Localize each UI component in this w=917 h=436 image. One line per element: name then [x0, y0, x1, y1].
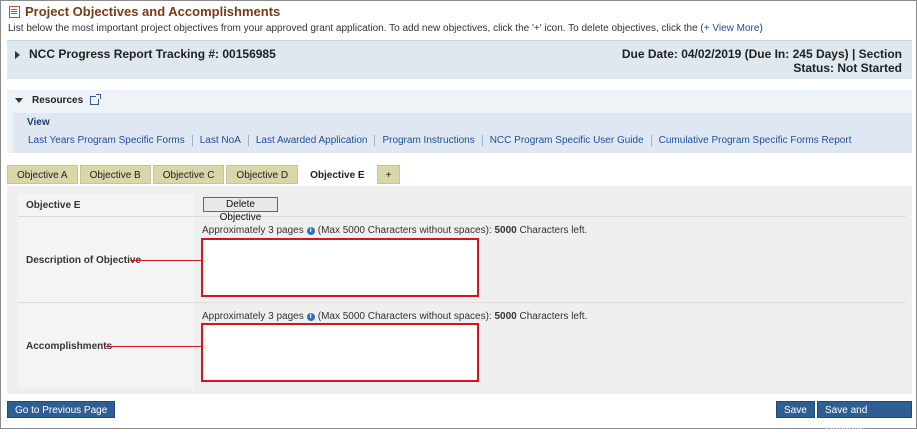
tab-objective-d[interactable]: Objective D: [226, 165, 299, 184]
intro-text: List below the most important project ob…: [8, 23, 763, 34]
resources-view-bar: View Last Years Program Specific Forms L…: [13, 113, 912, 153]
description-textarea[interactable]: [201, 238, 479, 297]
resources-header[interactable]: Resources: [15, 94, 102, 106]
due-date-status: Due Date: 04/02/2019 (Due In: 245 Days) …: [622, 47, 902, 75]
objective-panel: Objective E Delete Objective Approximate…: [7, 186, 912, 394]
hint-text: Approximately 3 pages: [202, 311, 304, 322]
save-continue-button[interactable]: Save and Continue: [817, 401, 912, 433]
tab-objective-c[interactable]: Objective C: [152, 165, 225, 184]
due-date: Due Date: 04/02/2019 (Due In: 245 Days) …: [621, 47, 902, 61]
external-link-icon[interactable]: [90, 94, 102, 105]
delete-objective-button[interactable]: Delete Objective: [203, 197, 278, 223]
resources-panel: Resources View Last Years Program Specif…: [7, 90, 912, 153]
tracking-number: NCC Progress Report Tracking #: 00156985: [29, 47, 276, 61]
link-user-guide[interactable]: NCC Program Specific User Guide: [481, 135, 651, 146]
view-more-link[interactable]: + View More: [704, 23, 760, 34]
info-icon[interactable]: i: [306, 312, 315, 321]
hint-text: Characters left.: [519, 225, 588, 236]
annotation-line: [130, 260, 201, 261]
link-last-years-forms[interactable]: Last Years Program Specific Forms: [28, 135, 192, 146]
page-title-text: Project Objectives and Accomplishments: [25, 4, 281, 19]
row-divider: [18, 302, 906, 303]
expand-caret-icon[interactable]: [15, 51, 20, 59]
resources-label: Resources: [32, 95, 84, 106]
tab-objective-e[interactable]: Objective E: [300, 165, 375, 184]
description-hint: Approximately 3 pages i (Max 5000 Charac…: [202, 225, 587, 236]
objective-name-label: Objective E: [26, 200, 81, 211]
add-objective-tab[interactable]: +: [376, 165, 401, 184]
resource-links: Last Years Program Specific Forms Last N…: [28, 135, 858, 146]
tab-objective-b[interactable]: Objective B: [79, 165, 151, 184]
hint-text: Characters left.: [519, 311, 588, 322]
accomplishments-textarea[interactable]: [201, 323, 479, 382]
link-last-noa[interactable]: Last NoA: [191, 135, 248, 146]
tab-objective-a[interactable]: Objective A: [7, 165, 78, 184]
intro-sentence: List below the most important project ob…: [8, 23, 704, 34]
chars-left-count: 5000: [494, 311, 517, 322]
page-title: Project Objectives and Accomplishments: [9, 4, 280, 19]
save-button[interactable]: Save: [776, 401, 815, 418]
form-icon: [9, 5, 20, 18]
footer-actions: Go to Previous Page Save Save and Contin…: [7, 401, 912, 433]
link-last-awarded-application[interactable]: Last Awarded Application: [247, 135, 375, 146]
page-frame: Project Objectives and Accomplishments L…: [0, 0, 917, 433]
annotation-line: [106, 346, 201, 347]
accomplishments-label: Accomplishments: [26, 341, 113, 352]
link-cumulative-report[interactable]: Cumulative Program Specific Forms Report: [650, 135, 859, 146]
view-label: View: [27, 117, 50, 128]
row-divider: [18, 216, 906, 217]
description-label: Description of Objective: [26, 255, 142, 266]
hint-text: Approximately 3 pages: [202, 225, 304, 236]
hint-text: (Max 5000 Characters without spaces):: [317, 311, 492, 322]
accomplishments-hint: Approximately 3 pages i (Max 5000 Charac…: [202, 311, 587, 322]
previous-page-button[interactable]: Go to Previous Page: [7, 401, 116, 418]
tracking-header[interactable]: NCC Progress Report Tracking #: 00156985…: [7, 40, 912, 79]
chars-left-count: 5000: [494, 225, 517, 236]
collapse-triangle-icon[interactable]: [15, 98, 23, 103]
hint-text: (Max 5000 Characters without spaces):: [317, 225, 492, 236]
section-status: Status: Not Started: [793, 61, 902, 75]
link-program-instructions[interactable]: Program Instructions: [374, 135, 481, 146]
objective-tabs: Objective A Objective B Objective C Obje…: [7, 165, 402, 184]
info-icon[interactable]: i: [306, 226, 315, 235]
intro-end: ): [759, 23, 763, 34]
